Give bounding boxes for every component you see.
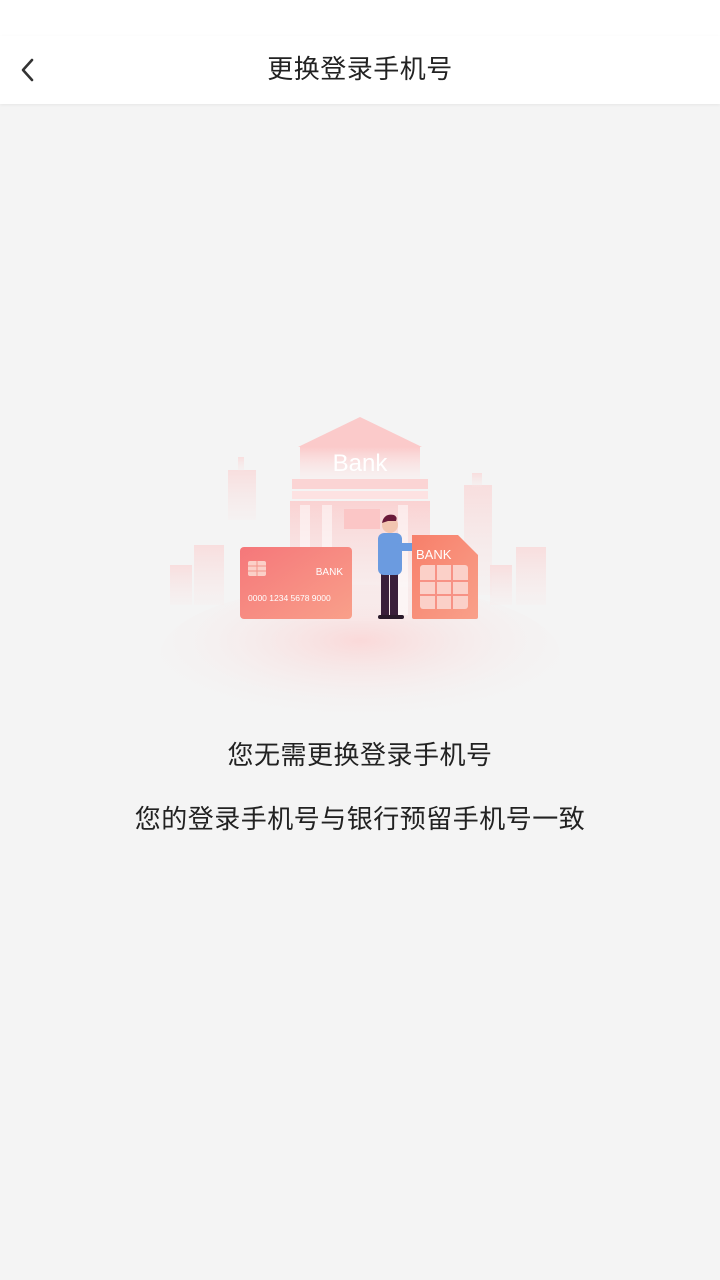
bank-card: BANK 0000 1234 5678 9000 bbox=[240, 547, 352, 619]
bank-sign: Bank bbox=[333, 450, 389, 477]
card-label: BANK bbox=[316, 567, 344, 578]
message-detail: 您的登录手机号与银行预留手机号一致 bbox=[134, 805, 586, 835]
sim-label: BANK bbox=[416, 547, 452, 562]
card-number: 0000 1234 5678 9000 bbox=[248, 593, 331, 603]
message-title: 您无需更换登录手机号 bbox=[227, 741, 493, 771]
screen: 更换登录手机号 Bank BANK 0000 1234 5678 9000 BA… bbox=[0, 0, 720, 1280]
bank-illustration: Bank BANK 0000 1234 5678 9000 BANK bbox=[160, 417, 560, 725]
status-bar bbox=[0, 0, 720, 36]
sim-card: BANK bbox=[412, 535, 478, 619]
page-title: 更换登录手机号 bbox=[267, 55, 453, 85]
nav-bar: 更换登录手机号 bbox=[0, 36, 720, 104]
